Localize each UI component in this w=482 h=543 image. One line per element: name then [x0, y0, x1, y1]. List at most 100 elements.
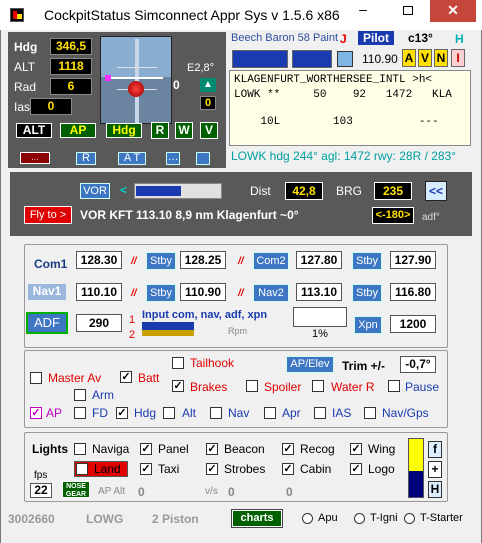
w-button[interactable]: W [175, 122, 193, 139]
taxi-checkbox[interactable]: ✓ [140, 463, 152, 475]
wing-checkbox[interactable]: ✓ [350, 443, 362, 455]
nav2-stby-button[interactable]: Stby [352, 284, 382, 302]
lights-title: Lights [32, 442, 68, 456]
ap-checkbox[interactable]: ✓ [30, 407, 42, 419]
com1-stby-button[interactable]: Stby [146, 252, 176, 270]
alt-checkbox[interactable] [163, 407, 175, 419]
aircraft-name: Beech Baron 58 Paint [231, 32, 339, 44]
ias-label: IAS [332, 406, 352, 420]
t-igni-label: T-Igni [370, 512, 398, 524]
v-button[interactable]: V [200, 122, 218, 139]
window-title: CockpitStatus Simconnect Appr Sys v 1.5.… [44, 7, 340, 23]
panel-checkbox[interactable]: ✓ [140, 443, 152, 455]
fps-value: 22 [30, 483, 52, 498]
water-rudder-checkbox[interactable] [312, 380, 324, 392]
r-small-button[interactable]: R [76, 152, 96, 165]
r-button[interactable]: R [151, 122, 169, 139]
nav2-button[interactable]: Nav2 [253, 284, 289, 302]
apr-checkbox[interactable] [264, 407, 276, 419]
up-arrow-icon[interactable]: ▲ [200, 78, 216, 92]
v-nav-button[interactable]: V [418, 49, 432, 67]
frequency-readout: 110.90 [362, 52, 398, 66]
logo-label: Logo [368, 462, 395, 476]
airport-line-1: KLAGENFURT_WORTHERSEE_INTL >h< [234, 74, 433, 86]
tailhook-checkbox[interactable] [172, 357, 184, 369]
t-starter-radio[interactable] [404, 513, 415, 524]
beacon-checkbox[interactable]: ✓ [206, 443, 218, 455]
strobes-checkbox[interactable]: ✓ [206, 463, 218, 475]
nav-swap-icon[interactable]: // [238, 288, 244, 299]
com1-swap-icon[interactable]: // [131, 256, 137, 267]
toggle-square-button[interactable] [337, 51, 353, 67]
input-instructions: Input com, nav, adf, xpn [142, 309, 268, 321]
adf-button[interactable]: ADF [26, 312, 68, 334]
land-checkbox[interactable] [76, 463, 88, 475]
status-airport: LOWG [86, 512, 124, 526]
at-small-button[interactable]: A T [118, 152, 146, 165]
pause-checkbox[interactable] [388, 380, 400, 392]
com2-button[interactable]: Com2 [253, 252, 289, 270]
apu-radio[interactable] [302, 513, 313, 524]
brg-label: BRG [336, 184, 363, 198]
adf-value: 290 [76, 314, 122, 332]
pilot-badge: Pilot [358, 31, 394, 45]
i-button[interactable]: I [451, 49, 465, 67]
alt-label: Alt [182, 406, 197, 420]
land-label: Land [94, 462, 121, 476]
ias-checkbox[interactable] [314, 407, 326, 419]
h-button[interactable]: H [428, 481, 442, 498]
more-small-button[interactable]: … [166, 152, 180, 165]
a-button[interactable]: A [402, 49, 416, 67]
status-engine: 2 Piston [152, 512, 199, 526]
ap-label: AP [46, 406, 63, 420]
com-swap-icon[interactable]: // [238, 256, 244, 267]
vor-arrow-left[interactable]: < [120, 183, 127, 197]
nav1-swap-icon[interactable]: // [131, 288, 137, 299]
hdg-hold-button[interactable]: Hdg [106, 123, 142, 138]
spoiler-checkbox[interactable] [246, 380, 258, 392]
nose-gear-button[interactable]: NOSE GEAR [62, 481, 90, 498]
ap-button[interactable]: AP [60, 123, 96, 138]
com1-stby-value: 128.25 [180, 251, 226, 269]
f-button[interactable]: f [428, 441, 442, 458]
back-button[interactable]: << [425, 181, 447, 201]
vor-button[interactable]: VOR [80, 183, 110, 199]
plus-button[interactable]: + [428, 461, 442, 478]
cabin-checkbox[interactable]: ✓ [282, 463, 294, 475]
brakes-checkbox[interactable]: ✓ [172, 380, 184, 392]
arm-checkbox[interactable] [74, 389, 86, 401]
app-icon [10, 8, 24, 22]
batt-checkbox[interactable]: ✓ [120, 371, 132, 383]
xpn-button[interactable]: Xpn [354, 316, 382, 334]
nav1-stby-button[interactable]: Stby [146, 284, 176, 302]
water-rudder-label: Water R [331, 380, 375, 394]
spoiler-label: Spoiler [264, 380, 302, 394]
charts-button[interactable]: charts [231, 509, 283, 528]
nav-gps-checkbox[interactable] [364, 407, 376, 419]
ap-elev-button[interactable]: AP/Elev [286, 356, 334, 373]
fd-checkbox[interactable] [74, 407, 86, 419]
com2-stby-button[interactable]: Stby [352, 252, 382, 270]
ias-display: 0 [30, 98, 72, 115]
red-indicator-button[interactable]: … [20, 152, 50, 164]
alt-display: 1118 [50, 58, 92, 75]
close-button[interactable]: ✕ [430, 0, 476, 22]
recog-checkbox[interactable]: ✓ [282, 443, 294, 455]
master-av-checkbox[interactable] [30, 372, 42, 384]
nav-checkbox[interactable] [210, 407, 222, 419]
maximize-button[interactable] [386, 0, 430, 22]
nav1-value: 110.10 [76, 283, 122, 301]
reciprocal-button[interactable]: <-180> [372, 207, 414, 224]
alt-label: ALT [14, 60, 36, 74]
t-igni-radio[interactable] [354, 513, 365, 524]
hdg-checkbox[interactable]: ✓ [116, 407, 128, 419]
fly-to-button[interactable]: Fly to > [24, 206, 72, 224]
input-field[interactable] [293, 307, 347, 327]
blank-small-button[interactable] [196, 152, 210, 165]
taxi-label: Taxi [158, 462, 180, 476]
minimize-button[interactable]: – [340, 0, 386, 22]
alt-hold-button[interactable]: ALT [16, 123, 52, 138]
naviga-checkbox[interactable] [74, 443, 86, 455]
logo-checkbox[interactable]: ✓ [350, 463, 362, 475]
n-button[interactable]: N [434, 49, 448, 67]
